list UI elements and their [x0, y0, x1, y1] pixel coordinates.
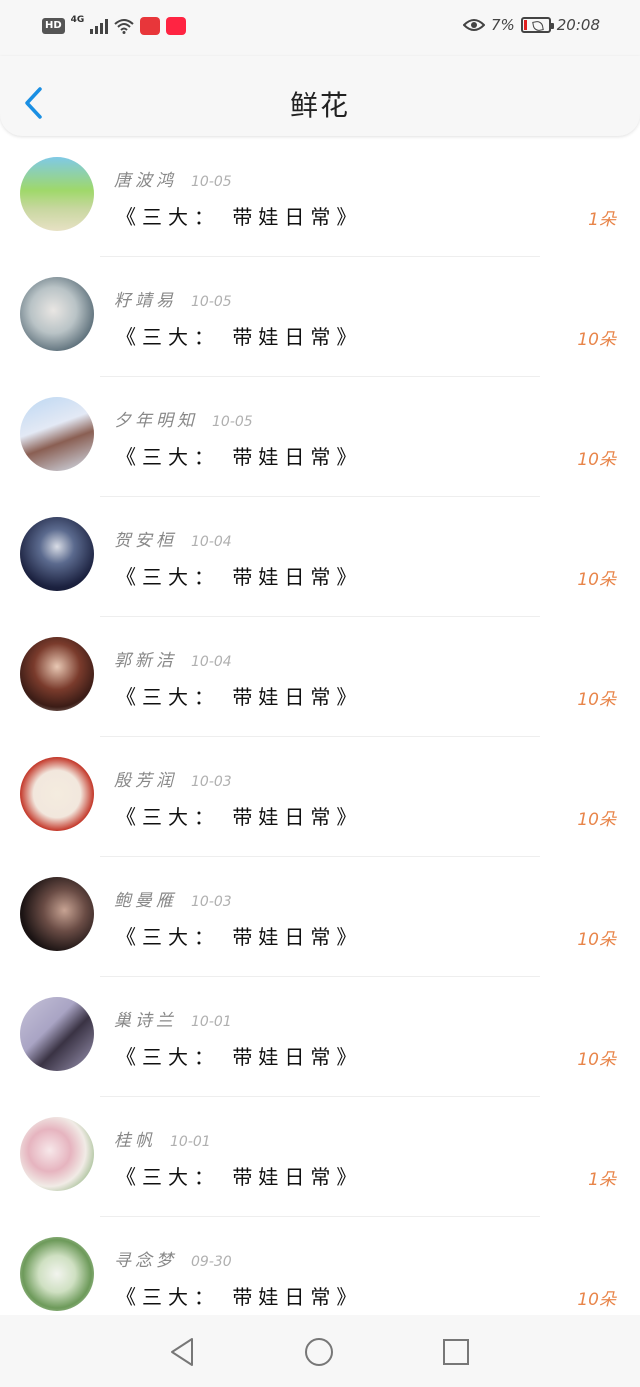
- avatar[interactable]: [20, 637, 94, 711]
- avatar[interactable]: [20, 1237, 94, 1311]
- user-name: 郭新洁: [114, 651, 177, 671]
- status-bar: HD 4G 7% 20:08: [0, 0, 640, 56]
- gift-date: 10-03: [191, 894, 232, 910]
- book-title: 《三大： 带娃日常》: [116, 325, 363, 349]
- list-item[interactable]: 籽靖易 10-05 《三大： 带娃日常》 10朵: [0, 257, 640, 377]
- network-type: 4G: [70, 15, 85, 25]
- nav-recents-icon[interactable]: [441, 1337, 471, 1367]
- user-name-line: 籽靖易 10-05: [114, 286, 232, 311]
- flower-count: 10朵: [577, 1050, 616, 1070]
- user-name: 桂帆: [114, 1131, 156, 1151]
- gift-date: 10-05: [191, 174, 232, 190]
- book-title: 《三大： 带娃日常》: [116, 1285, 363, 1309]
- gift-date: 10-04: [191, 534, 232, 550]
- flower-count: 10朵: [577, 570, 616, 590]
- header-bar: 鲜花: [0, 56, 640, 136]
- user-name: 籽靖易: [114, 291, 177, 311]
- list-item[interactable]: 桂帆 10-01 《三大： 带娃日常》 1朵: [0, 1097, 640, 1217]
- avatar[interactable]: [20, 157, 94, 231]
- gift-date: 10-05: [212, 414, 253, 430]
- gift-date: 10-01: [170, 1134, 211, 1150]
- eye-icon: [462, 19, 485, 31]
- book-title: 《三大： 带娃日常》: [116, 205, 363, 229]
- status-bar-right: 7% 20:08: [462, 16, 600, 34]
- xiaohongshu-notification-icon: [166, 17, 187, 35]
- gift-date: 10-05: [191, 294, 232, 310]
- user-name-line: 贺安桓 10-04: [114, 526, 232, 551]
- list-item[interactable]: 郭新洁 10-04 《三大： 带娃日常》 10朵: [0, 617, 640, 737]
- flower-gift-list: 唐波鸿 10-05 《三大： 带娃日常》 1朵 籽靖易 10-05 《三大： 带娃日…: [0, 137, 640, 1337]
- battery-icon: [520, 17, 554, 33]
- gift-date: 10-01: [191, 1014, 232, 1030]
- book-title: 《三大： 带娃日常》: [116, 565, 363, 589]
- list-item[interactable]: 殷芳润 10-03 《三大： 带娃日常》 10朵: [0, 737, 640, 857]
- flower-count: 10朵: [577, 930, 616, 950]
- flower-count: 10朵: [577, 330, 616, 350]
- book-title: 《三大： 带娃日常》: [116, 1045, 363, 1069]
- book-title: 《三大： 带娃日常》: [116, 1165, 363, 1189]
- avatar[interactable]: [20, 277, 94, 351]
- nav-back-icon[interactable]: [168, 1337, 198, 1367]
- user-name: 贺安桓: [114, 531, 177, 551]
- user-name: 巢诗兰: [114, 1011, 177, 1031]
- avatar[interactable]: [20, 397, 94, 471]
- user-name: 鲍曼雁: [114, 891, 177, 911]
- hd-badge: HD: [42, 18, 65, 34]
- avatar[interactable]: [20, 517, 94, 591]
- user-name-line: 殷芳润 10-03: [114, 766, 232, 791]
- nav-home-icon[interactable]: [304, 1337, 334, 1367]
- page-title: 鲜花: [289, 89, 350, 122]
- avatar[interactable]: [20, 1117, 94, 1191]
- avatar[interactable]: [20, 757, 94, 831]
- avatar[interactable]: [20, 877, 94, 951]
- app-notification-icon: [140, 17, 161, 35]
- book-title: 《三大： 带娃日常》: [116, 685, 363, 709]
- list-item[interactable]: 夕年明知 10-05 《三大： 带娃日常》 10朵: [0, 377, 640, 497]
- flower-count: 1朵: [588, 1170, 616, 1190]
- system-navigation-bar: [0, 1315, 640, 1387]
- list-item[interactable]: 贺安桓 10-04 《三大： 带娃日常》 10朵: [0, 497, 640, 617]
- status-bar-left: HD 4G: [42, 15, 187, 35]
- user-name-line: 桂帆 10-01: [114, 1126, 211, 1151]
- user-name-line: 鲍曼雁 10-03: [114, 886, 232, 911]
- book-title: 《三大： 带娃日常》: [116, 805, 363, 829]
- wifi-icon: [114, 19, 134, 34]
- gift-date: 10-03: [191, 774, 232, 790]
- user-name: 殷芳润: [114, 771, 177, 791]
- list-item[interactable]: 鲍曼雁 10-03 《三大： 带娃日常》 10朵: [0, 857, 640, 977]
- battery-percent: 7%: [490, 16, 515, 34]
- avatar[interactable]: [20, 997, 94, 1071]
- user-name-line: 郭新洁 10-04: [114, 646, 232, 671]
- clock: 20:08: [556, 16, 600, 34]
- flower-count: 10朵: [577, 690, 616, 710]
- user-name-line: 唐波鸿 10-05: [114, 166, 232, 191]
- flower-count: 10朵: [577, 1290, 616, 1310]
- user-name-line: 夕年明知 10-05: [114, 406, 253, 431]
- flower-count: 1朵: [588, 210, 616, 230]
- book-title: 《三大： 带娃日常》: [116, 925, 363, 949]
- user-name-line: 寻念梦 09-30: [114, 1246, 232, 1271]
- user-name: 夕年明知: [114, 411, 198, 431]
- user-name-line: 巢诗兰 10-01: [114, 1006, 232, 1031]
- signal-icon: [90, 18, 109, 34]
- gift-date: 10-04: [191, 654, 232, 670]
- user-name: 唐波鸿: [114, 171, 177, 191]
- book-title: 《三大： 带娃日常》: [116, 445, 363, 469]
- user-name: 寻念梦: [114, 1251, 177, 1271]
- list-item[interactable]: 唐波鸿 10-05 《三大： 带娃日常》 1朵: [0, 137, 640, 257]
- flower-count: 10朵: [577, 450, 616, 470]
- list-item[interactable]: 巢诗兰 10-01 《三大： 带娃日常》 10朵: [0, 977, 640, 1097]
- gift-date: 09-30: [191, 1254, 232, 1270]
- flower-count: 10朵: [577, 810, 616, 830]
